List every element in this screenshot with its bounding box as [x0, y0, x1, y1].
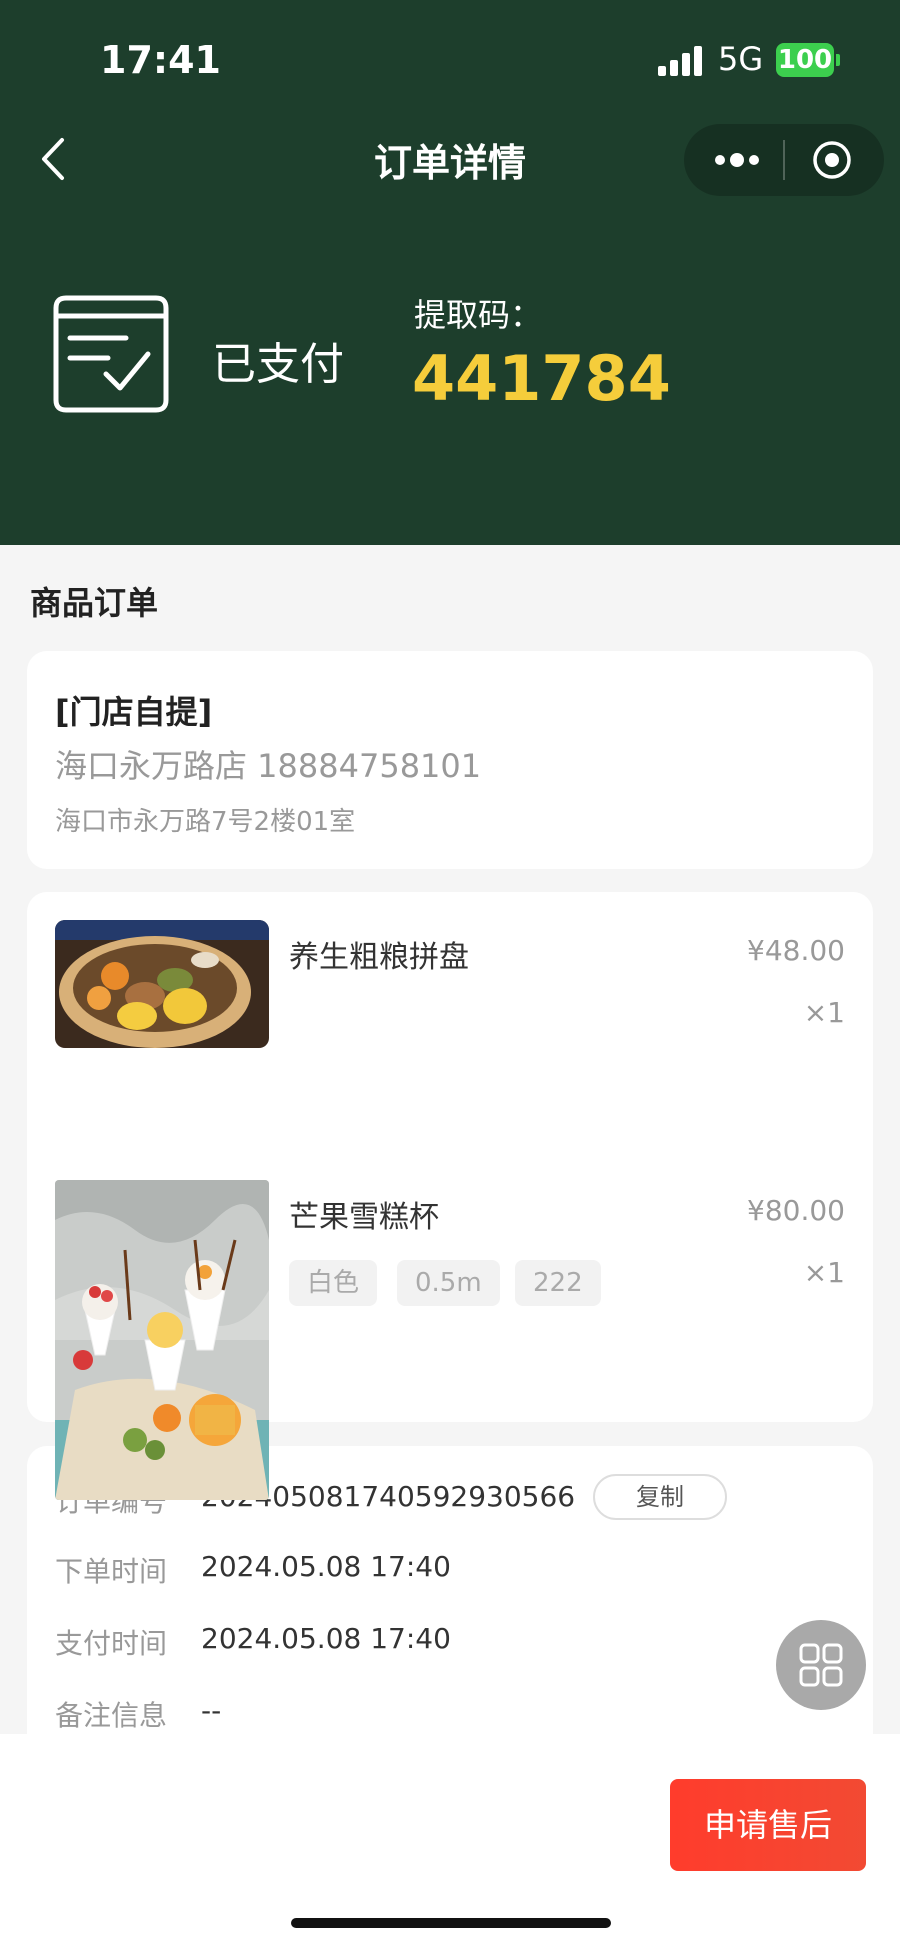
goods-price: ¥80.00 — [747, 1194, 845, 1227]
battery-indicator: 100 — [776, 43, 834, 77]
pay-time-label: 支付时间 — [55, 1627, 168, 1660]
order-time-label: 下单时间 — [55, 1555, 168, 1588]
goods-quantity: ×1 — [803, 1256, 845, 1289]
pickup-code-label: 提取码： — [414, 296, 543, 334]
spec-tag: 222 — [515, 1260, 601, 1306]
signal-icon — [658, 44, 704, 76]
goods-price: ¥48.00 — [747, 934, 845, 967]
goods-image-mango[interactable] — [55, 1180, 269, 1500]
pay-time: 2024.05.08 17:40 — [201, 1622, 451, 1655]
capsule-divider — [783, 140, 785, 180]
order-time: 2024.05.08 17:40 — [201, 1550, 451, 1583]
status-time: 17:41 — [100, 38, 221, 82]
store-address: 海口市永万路7号2楼01室 — [55, 807, 356, 837]
payment-status: 已支付 — [212, 339, 344, 390]
goods-quantity: ×1 — [803, 996, 845, 1029]
section-title: 商品订单 — [30, 584, 159, 622]
pickup-code: 441784 — [412, 342, 671, 415]
copy-button[interactable]: 复制 — [593, 1474, 727, 1520]
more-dots-icon[interactable] — [712, 146, 762, 174]
home-indicator — [291, 1918, 611, 1928]
mini-program-capsule — [684, 124, 884, 196]
store-card: [门店自提] 海口永万路店 18884758101 海口市永万路7号2楼01室 — [27, 651, 873, 869]
status-bar: 17:41 5G 100 — [0, 0, 900, 120]
goods-name: 养生粗粮拼盘 — [289, 940, 469, 975]
grid-menu-icon — [799, 1643, 843, 1687]
spec-tag: 0.5m — [397, 1260, 500, 1306]
remark-value: -- — [201, 1694, 222, 1727]
goods-image-grains[interactable] — [55, 920, 269, 1048]
store-name-phone[interactable]: 海口永万路店 18884758101 — [55, 741, 481, 787]
capsule-close-icon[interactable] — [812, 140, 852, 180]
remark-label: 备注信息 — [55, 1699, 168, 1732]
store-delivery-type: [门店自提] — [55, 693, 213, 731]
goods-name: 芒果雪糕杯 — [289, 1200, 439, 1235]
apply-after-sale-button[interactable]: 申请售后 — [670, 1779, 866, 1871]
battery-tip — [836, 54, 840, 66]
network-type: 5G — [718, 40, 764, 78]
floating-menu-button[interactable] — [776, 1620, 866, 1710]
spec-tag: 白色 — [289, 1260, 378, 1306]
paid-box-icon — [53, 295, 169, 413]
